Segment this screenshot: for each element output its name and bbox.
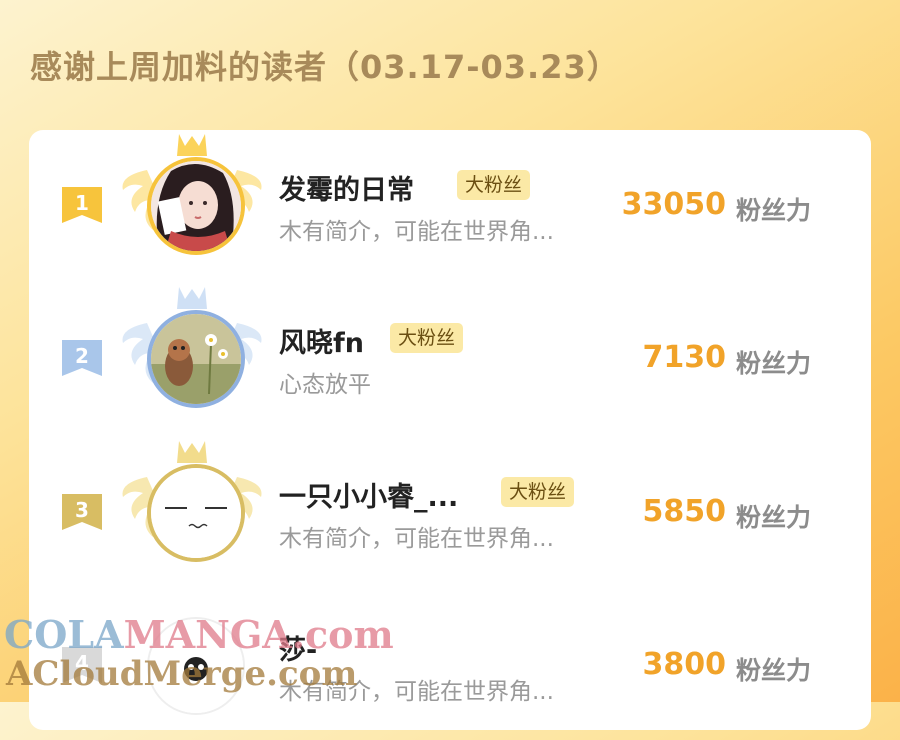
fan-power-score: 33050 <box>621 187 726 222</box>
fan-power-unit: 粉丝力 <box>736 656 812 685</box>
big-fan-badge: 大粉丝 <box>390 323 464 353</box>
reader-name[interactable]: 风晓fn <box>279 321 364 360</box>
fan-power-unit: 粉丝力 <box>736 196 812 225</box>
avatar[interactable] <box>147 464 245 562</box>
reader-bio: 木有简介，可能在世界角... <box>279 526 554 552</box>
rank-badge-3: 3 <box>60 492 104 536</box>
fan-power-unit: 粉丝力 <box>736 349 812 378</box>
reader-name[interactable]: 一只小小睿_... <box>279 475 458 514</box>
reader-row-1[interactable]: 1 发霉的日常 大粉丝 木有简介，可能在世界角... 33050 粉丝力 <box>29 130 871 280</box>
avatar-frame-bronze <box>117 437 267 577</box>
reader-name[interactable]: 发霉的日常 <box>279 168 414 207</box>
avatar-frame-gold <box>117 130 267 270</box>
rank-badge-2: 2 <box>60 338 104 382</box>
reader-row-3[interactable]: 3 一只小小睿_... 大粉丝 木有简介，可能在世界角... 5850 粉丝力 <box>29 437 871 587</box>
watermark-acloudmerge: ACloudMerge.com <box>6 654 358 694</box>
svg-text:1: 1 <box>75 191 89 215</box>
avatar-frame-silver <box>117 283 267 423</box>
fan-power-unit: 粉丝力 <box>736 503 812 532</box>
fan-power-score: 3800 <box>642 647 727 682</box>
avatar[interactable] <box>147 157 245 255</box>
reader-row-2[interactable]: 2 风晓fn 大粉丝 心态放平 7130 粉丝力 <box>29 283 871 433</box>
reader-bio: 心态放平 <box>279 372 371 398</box>
page-title: 感谢上周加料的读者（03.17-03.23） <box>30 48 620 86</box>
rank-badge-1: 1 <box>60 185 104 229</box>
big-fan-badge: 大粉丝 <box>457 170 531 200</box>
watermark-colamanga: COLAMANGA.com <box>4 612 394 657</box>
fan-power-score: 5850 <box>642 494 727 529</box>
fan-power-score: 7130 <box>642 340 727 375</box>
big-fan-badge: 大粉丝 <box>501 477 575 507</box>
svg-text:3: 3 <box>75 498 89 522</box>
reader-bio: 木有简介，可能在世界角... <box>279 219 554 245</box>
avatar[interactable] <box>147 310 245 408</box>
svg-text:2: 2 <box>75 344 89 368</box>
